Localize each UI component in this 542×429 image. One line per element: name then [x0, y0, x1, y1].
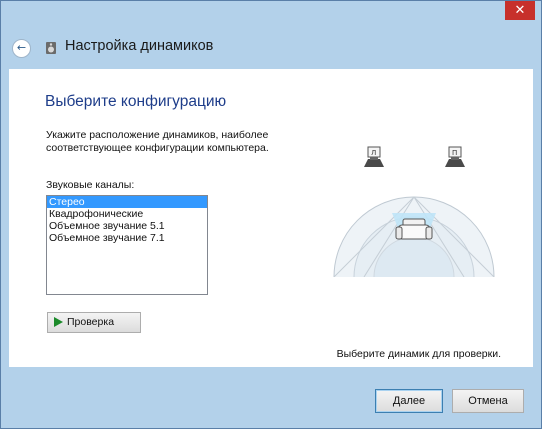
left-speaker-icon[interactable]: Л — [364, 146, 384, 167]
next-button[interactable]: Далее — [375, 389, 443, 413]
test-button-label: Проверка — [67, 316, 115, 328]
channel-item-7-1[interactable]: Объемное звучание 7.1 — [47, 232, 207, 244]
page-description: Укажите расположение динамиков, наиболее… — [46, 129, 269, 154]
title-bar: ✕ — [1, 1, 541, 25]
svg-text:Л: Л — [371, 149, 376, 157]
footer: Далее Отмена — [1, 375, 541, 428]
play-icon — [54, 317, 63, 327]
speaker-icon — [46, 42, 56, 54]
right-speaker-icon[interactable]: П — [445, 146, 465, 167]
channel-item-5-1[interactable]: Объемное звучание 5.1 — [47, 220, 207, 232]
page-title: Выберите конфигурацию — [45, 93, 227, 110]
cancel-button[interactable]: Отмена — [452, 389, 524, 413]
svg-text:П: П — [452, 149, 457, 157]
channel-item-quad[interactable]: Квадрофонические — [47, 208, 207, 220]
window-title: Настройка динамиков — [65, 38, 214, 54]
header: ← Настройка динамиков — [1, 25, 541, 69]
close-button[interactable]: ✕ — [505, 1, 535, 20]
channels-listbox[interactable]: Стерео Квадрофонические Объемное звучани… — [46, 195, 208, 295]
channel-item-stereo[interactable]: Стерео — [47, 196, 207, 208]
back-button[interactable]: ← — [12, 39, 31, 58]
speaker-hint: Выберите динамик для проверки. — [336, 348, 501, 360]
content-panel: Выберите конфигурацию Укажите расположен… — [9, 69, 533, 367]
speaker-layout-diagram: Л П — [333, 146, 495, 277]
test-button[interactable]: Проверка — [47, 312, 141, 333]
speaker-setup-window: ✕ ← Настройка динамиков Выберите конфигу… — [0, 0, 542, 429]
channels-label: Звуковые каналы: — [46, 179, 135, 191]
